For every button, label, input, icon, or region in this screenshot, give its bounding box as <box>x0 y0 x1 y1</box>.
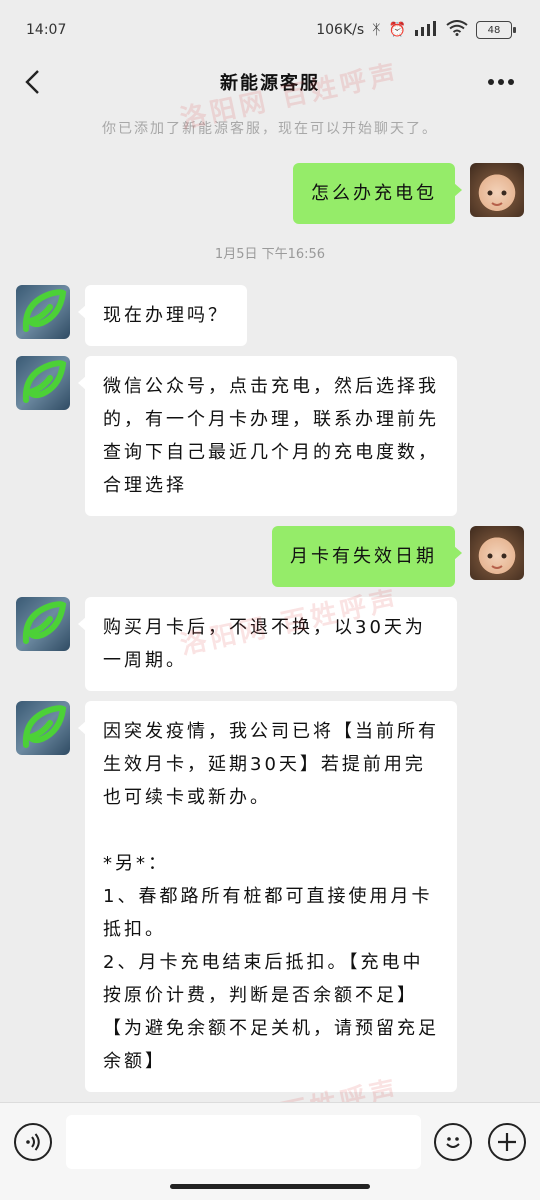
bluetooth-icon: ᛡ <box>372 22 381 38</box>
message-timestamp: 1月5日 下午16:56 <box>214 247 326 262</box>
user-avatar[interactable] <box>470 526 524 580</box>
voice-icon[interactable] <box>14 1123 52 1161</box>
wifi-icon <box>446 20 468 40</box>
alarm-icon: ⏰ <box>388 22 406 38</box>
service-avatar[interactable] <box>16 356 70 410</box>
message-bubble-service[interactable]: 因突发疫情，我公司已将【当前所有生效月卡，延期30天】若提前用完也可续卡或新办。… <box>78 701 457 1092</box>
signal-icon <box>414 20 438 40</box>
service-avatar[interactable] <box>16 285 70 339</box>
page-title: 新能源客服 <box>220 73 320 94</box>
message-bubble-user[interactable]: 月卡有失效日期 <box>272 526 462 587</box>
emoji-icon[interactable] <box>434 1123 472 1161</box>
user-avatar[interactable] <box>470 163 524 217</box>
status-time: 14:07 <box>26 22 67 38</box>
status-bar: 14:07 106K/s ᛡ ⏰ 48 <box>0 0 540 60</box>
plus-icon[interactable] <box>488 1123 526 1161</box>
home-indicator[interactable] <box>170 1184 370 1189</box>
message-bubble-service[interactable]: 现在办理吗？ <box>78 285 247 346</box>
battery-icon: 48 <box>476 21 516 39</box>
system-note: 你已添加了新能源客服，现在可以开始聊天了。 <box>102 121 438 137</box>
chevron-left-icon[interactable] <box>18 66 46 98</box>
message-bubble-service[interactable]: 微信公众号，点击充电，然后选择我的，有一个月卡办理，联系办理前先查询下自己最近几… <box>78 356 457 516</box>
status-icons: 106K/s ᛡ ⏰ 48 <box>316 20 516 40</box>
service-avatar[interactable] <box>16 701 70 755</box>
message-bubble-service[interactable]: 购买月卡后，不退不换，以30天为一周期。 <box>78 597 457 691</box>
chat-header: 新能源客服 <box>0 60 540 104</box>
network-speed: 106K/s <box>316 22 365 38</box>
service-avatar[interactable] <box>16 597 70 651</box>
more-dots-icon[interactable] <box>484 68 518 96</box>
message-bubble-user[interactable]: 怎么办充电包 <box>293 163 462 224</box>
message-input[interactable] <box>66 1115 421 1169</box>
